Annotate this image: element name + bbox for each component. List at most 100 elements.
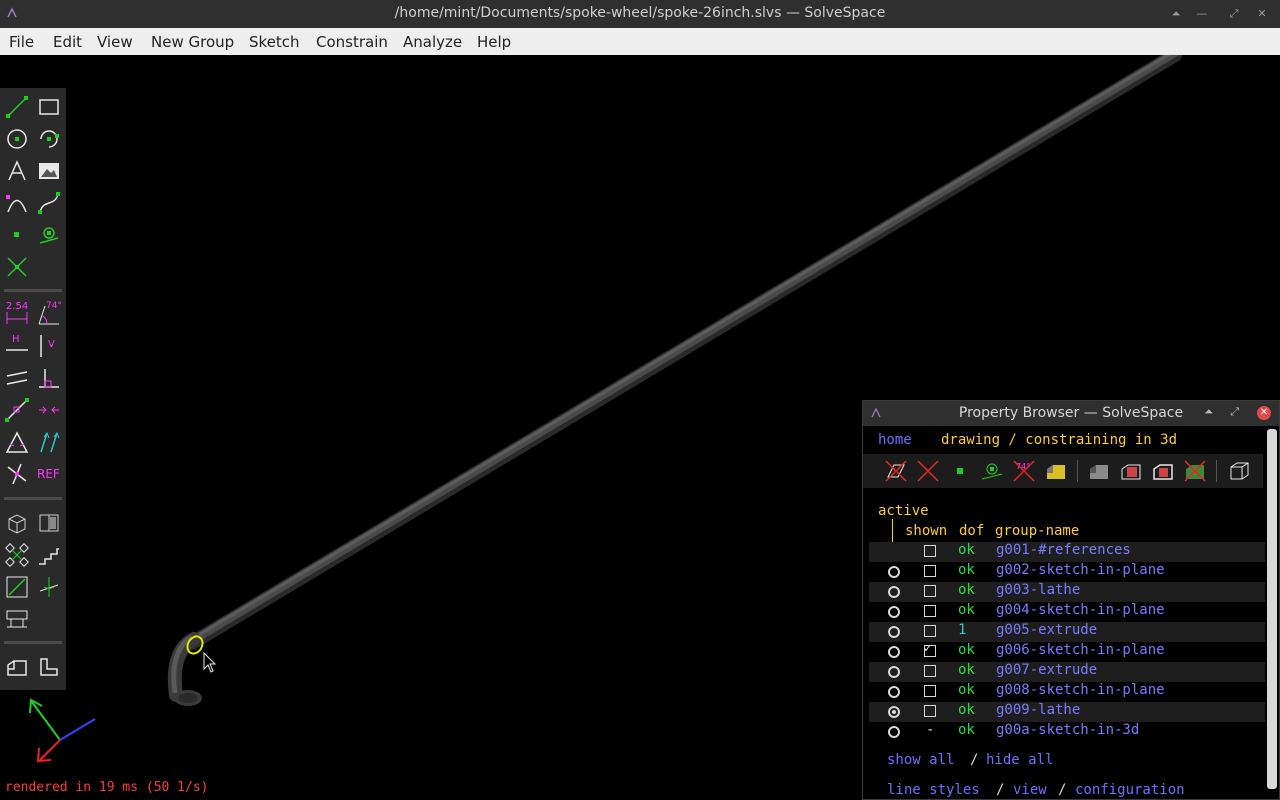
menu-help[interactable]: Help (477, 33, 511, 51)
active-radio-selected[interactable] (888, 706, 900, 718)
menu-edit[interactable]: Edit (53, 33, 82, 51)
close-icon[interactable]: ✕ (1257, 406, 1271, 420)
parallel-icon[interactable] (5, 366, 29, 390)
active-radio[interactable] (888, 626, 900, 638)
spline-icon[interactable] (37, 191, 61, 215)
group-name-link[interactable]: g001-#references (996, 542, 1131, 558)
shaded-toggle-icon[interactable] (1087, 459, 1111, 483)
menu-analyze[interactable]: Analyze (403, 33, 462, 51)
perpendicular-icon[interactable] (37, 366, 61, 390)
sketch-in-3d-icon[interactable] (5, 575, 29, 599)
other-supplementary-icon[interactable] (5, 462, 29, 486)
step-rotate-icon[interactable] (37, 543, 61, 567)
dof-value: ok (958, 682, 975, 698)
workplanes-toggle-icon[interactable] (884, 459, 908, 483)
menu-file[interactable]: File (9, 33, 34, 51)
vertical-icon[interactable]: V (37, 334, 61, 358)
mesh-toggle-icon[interactable] (1183, 459, 1207, 483)
active-radio[interactable] (888, 606, 900, 618)
maximize-icon[interactable]: ⤢ (1230, 405, 1239, 419)
hide-all-link[interactable]: hide all (986, 752, 1053, 768)
active-radio[interactable] (888, 566, 900, 578)
shown-checkbox[interactable] (924, 705, 936, 717)
same-orientation-icon[interactable] (37, 430, 61, 454)
menu-view[interactable]: View (97, 33, 133, 51)
line-icon[interactable] (5, 95, 29, 119)
shown-checkbox[interactable] (924, 665, 936, 677)
vertical-label: V (48, 339, 55, 350)
line-styles-link[interactable]: line styles (887, 782, 980, 798)
home-link[interactable]: home (878, 432, 912, 448)
perspective-toggle-icon[interactable] (1227, 459, 1251, 483)
angle-constraint-icon[interactable]: 74° (37, 301, 62, 326)
image-icon[interactable] (37, 159, 61, 183)
keep-above-icon[interactable]: ⏶ (1204, 405, 1213, 419)
normals-toggle-icon[interactable] (916, 459, 940, 483)
menu-new-group[interactable]: New Group (151, 33, 234, 51)
group-name-link[interactable]: g007-extrude (996, 662, 1097, 678)
shown-checkbox[interactable] (924, 625, 936, 637)
active-radio[interactable] (888, 586, 900, 598)
group-name-link[interactable]: g009-lathe (996, 702, 1080, 718)
edges-toggle-icon[interactable] (1119, 459, 1143, 483)
active-radio[interactable] (888, 686, 900, 698)
group-name-link[interactable]: g00a-sketch-in-3d (996, 722, 1139, 738)
shown-checkbox[interactable] (924, 545, 936, 557)
equal-icon[interactable] (5, 430, 29, 454)
shown-checkbox[interactable] (924, 605, 936, 617)
outlines-toggle-icon[interactable] (1151, 459, 1175, 483)
active-radio[interactable] (888, 666, 900, 678)
maximize-icon[interactable]: ⤢ (1226, 6, 1242, 22)
arc-icon[interactable] (37, 127, 61, 151)
group-name-link[interactable]: g002-sketch-in-plane (996, 562, 1165, 578)
split-curves-icon[interactable] (5, 255, 29, 279)
nearest-ortho-icon[interactable] (37, 511, 61, 535)
shown-checkbox[interactable] (924, 565, 936, 577)
property-browser-window: Property Browser — SolveSpace ⏶ ⤢ ✕ home… (862, 400, 1280, 800)
dof-column-header: dof (959, 523, 985, 539)
group-name-link[interactable]: g004-sketch-in-plane (996, 602, 1165, 618)
menu-sketch[interactable]: Sketch (249, 33, 300, 51)
show-all-link[interactable]: show all (887, 752, 954, 768)
group-name-link[interactable]: g008-sketch-in-plane (996, 682, 1165, 698)
active-radio[interactable] (888, 646, 900, 658)
tangent-arc-icon[interactable] (5, 191, 29, 215)
constraints-toggle-icon[interactable]: 74° (1012, 459, 1036, 483)
shown-checkbox[interactable] (924, 585, 936, 597)
shown-checkbox[interactable] (924, 685, 936, 697)
step-translate-icon[interactable] (5, 543, 29, 567)
nearest-iso-icon[interactable] (5, 511, 29, 535)
horizontal-icon[interactable]: H (5, 334, 29, 358)
view-link[interactable]: view (1013, 782, 1047, 798)
active-radio[interactable] (888, 726, 900, 738)
shown-checkbox[interactable]: ✓ (924, 641, 936, 657)
workplane-icon[interactable] (37, 223, 61, 247)
lathe-icon[interactable] (37, 655, 61, 679)
point-on-line-icon[interactable] (5, 398, 29, 422)
group-name-link[interactable]: g006-sketch-in-plane (996, 642, 1165, 658)
group-name-link[interactable]: g003-lathe (996, 582, 1080, 598)
point-icon[interactable] (5, 223, 29, 247)
points-toggle-icon[interactable] (948, 459, 972, 483)
tangent-icon[interactable] (5, 607, 29, 631)
close-icon[interactable]: ✕ (1254, 6, 1270, 22)
extrude-icon[interactable] (5, 655, 29, 679)
menu-constrain[interactable]: Constrain (316, 33, 388, 51)
minimize-icon[interactable]: — (1194, 6, 1210, 22)
text-icon[interactable] (5, 159, 29, 183)
rectangle-icon[interactable] (37, 95, 61, 119)
property-browser-scrollbar[interactable] (1267, 429, 1277, 789)
symmetric-icon[interactable] (37, 398, 61, 422)
distance-constraint-icon[interactable]: 2.54 (5, 301, 29, 326)
configuration-link[interactable]: configuration (1075, 782, 1185, 798)
dof-value: ok (958, 542, 975, 558)
faces-toggle-icon[interactable] (1044, 459, 1068, 483)
circle-icon[interactable] (5, 127, 29, 151)
reference-icon[interactable]: REF (37, 462, 61, 486)
group-name-link[interactable]: g005-extrude (996, 622, 1097, 638)
separator-slash: / (996, 782, 1005, 798)
sketch-in-plane-icon[interactable] (37, 575, 61, 599)
dof-value: ok (958, 642, 975, 658)
construction-toggle-icon[interactable] (980, 459, 1004, 483)
keep-above-icon[interactable]: ⏶ (1168, 6, 1184, 22)
